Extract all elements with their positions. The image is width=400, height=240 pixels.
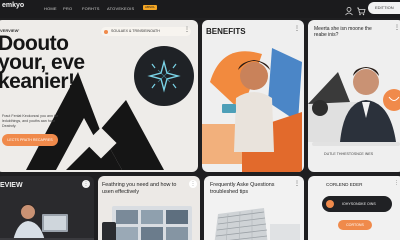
more-menu-icon[interactable]: ⋮ xyxy=(184,26,190,33)
hero-description: Fraut Fenlat Keokonosi you ann tor leduk… xyxy=(2,114,59,128)
benefits-menu-icon[interactable]: ⋮ xyxy=(294,25,300,32)
contact-info-pill[interactable]: IOHYSONDKE OINS xyxy=(322,196,392,212)
video-grid-illustration xyxy=(102,206,192,240)
edition-button[interactable]: EDITTION xyxy=(368,2,400,14)
sparkle-badge-circle xyxy=(134,46,194,106)
hero-cta-button[interactable]: LECTS PRATH RECAPRES xyxy=(2,134,58,146)
meet-caption: DUTLE THHESTOSNCE INES xyxy=(324,152,374,156)
nav-home-link[interactable]: HOME xyxy=(44,6,57,11)
contact-card: CORLEND EDER ⋮ IOHYSONDKE OINS CORTONS xyxy=(308,176,400,240)
faq-menu-icon[interactable]: ⋮ xyxy=(294,180,300,187)
contact-title: CORLEND EDER xyxy=(326,182,363,187)
benefits-illustration xyxy=(202,48,302,172)
contact-button[interactable]: CORTONS xyxy=(338,220,372,230)
badge-dot-icon xyxy=(104,29,108,34)
meet-card: Meerta she isn moone the reabe inis? ⋮ D… xyxy=(308,20,400,172)
meet-divider xyxy=(312,142,400,146)
review-menu-icon[interactable]: ⋮ xyxy=(82,180,90,188)
feature-card: Feathring you need and how to usen effec… xyxy=(98,176,200,240)
contact-menu-icon[interactable]: ⋮ xyxy=(394,180,399,186)
review-title: EVIEW xyxy=(0,182,23,189)
cart-icon[interactable] xyxy=(356,3,366,16)
feature-menu-icon[interactable]: ⋮ xyxy=(189,180,197,188)
nav-cta-badge[interactable]: ABSOL xyxy=(143,5,157,10)
review-card: EVIEW ⋮ xyxy=(0,176,94,240)
contact-pill-label: IOHYSONDKE OINS xyxy=(342,202,376,206)
building-illustration xyxy=(214,208,300,240)
person-illustration xyxy=(308,67,400,142)
hero-badge[interactable]: SOULAEX & TRINSIEINOATH xyxy=(101,27,191,36)
hero-badge-label: SOULAEX & TRINSIEINOATH xyxy=(111,29,160,33)
nav-atovekeois-link[interactable]: ATOVEKEOIS xyxy=(107,6,134,11)
faq-card: Frequently Aske Questions troubleshed ti… xyxy=(204,176,304,240)
benefits-title: BENEFITS xyxy=(206,27,246,36)
sparkle-icon xyxy=(147,59,181,93)
hero-card: VERVIEW' Doouto your, eve keanier! SOULA… xyxy=(0,20,198,172)
feature-title: Feathring you need and how to usen effec… xyxy=(102,182,177,195)
top-nav-bar: emkyo HOME PRO FORHTS ATOVEKEOIS ABSOL E… xyxy=(0,0,400,18)
meet-title: Meerta she isn moone the reabe inis? xyxy=(314,26,372,38)
faq-title: Frequently Aske Questions troubleshed ti… xyxy=(210,182,275,195)
benefits-card: BENEFITS ⋮ xyxy=(202,20,304,172)
meet-menu-icon[interactable]: ⋮ xyxy=(394,24,400,31)
nav-pro-link[interactable]: PRO xyxy=(63,6,72,11)
nav-forhts-link[interactable]: FORHTS xyxy=(82,6,100,11)
contact-avatar-icon xyxy=(326,200,334,208)
reviewer-illustration xyxy=(0,204,94,240)
user-icon[interactable] xyxy=(344,3,354,16)
brand-logo[interactable]: emkyo xyxy=(2,2,24,9)
